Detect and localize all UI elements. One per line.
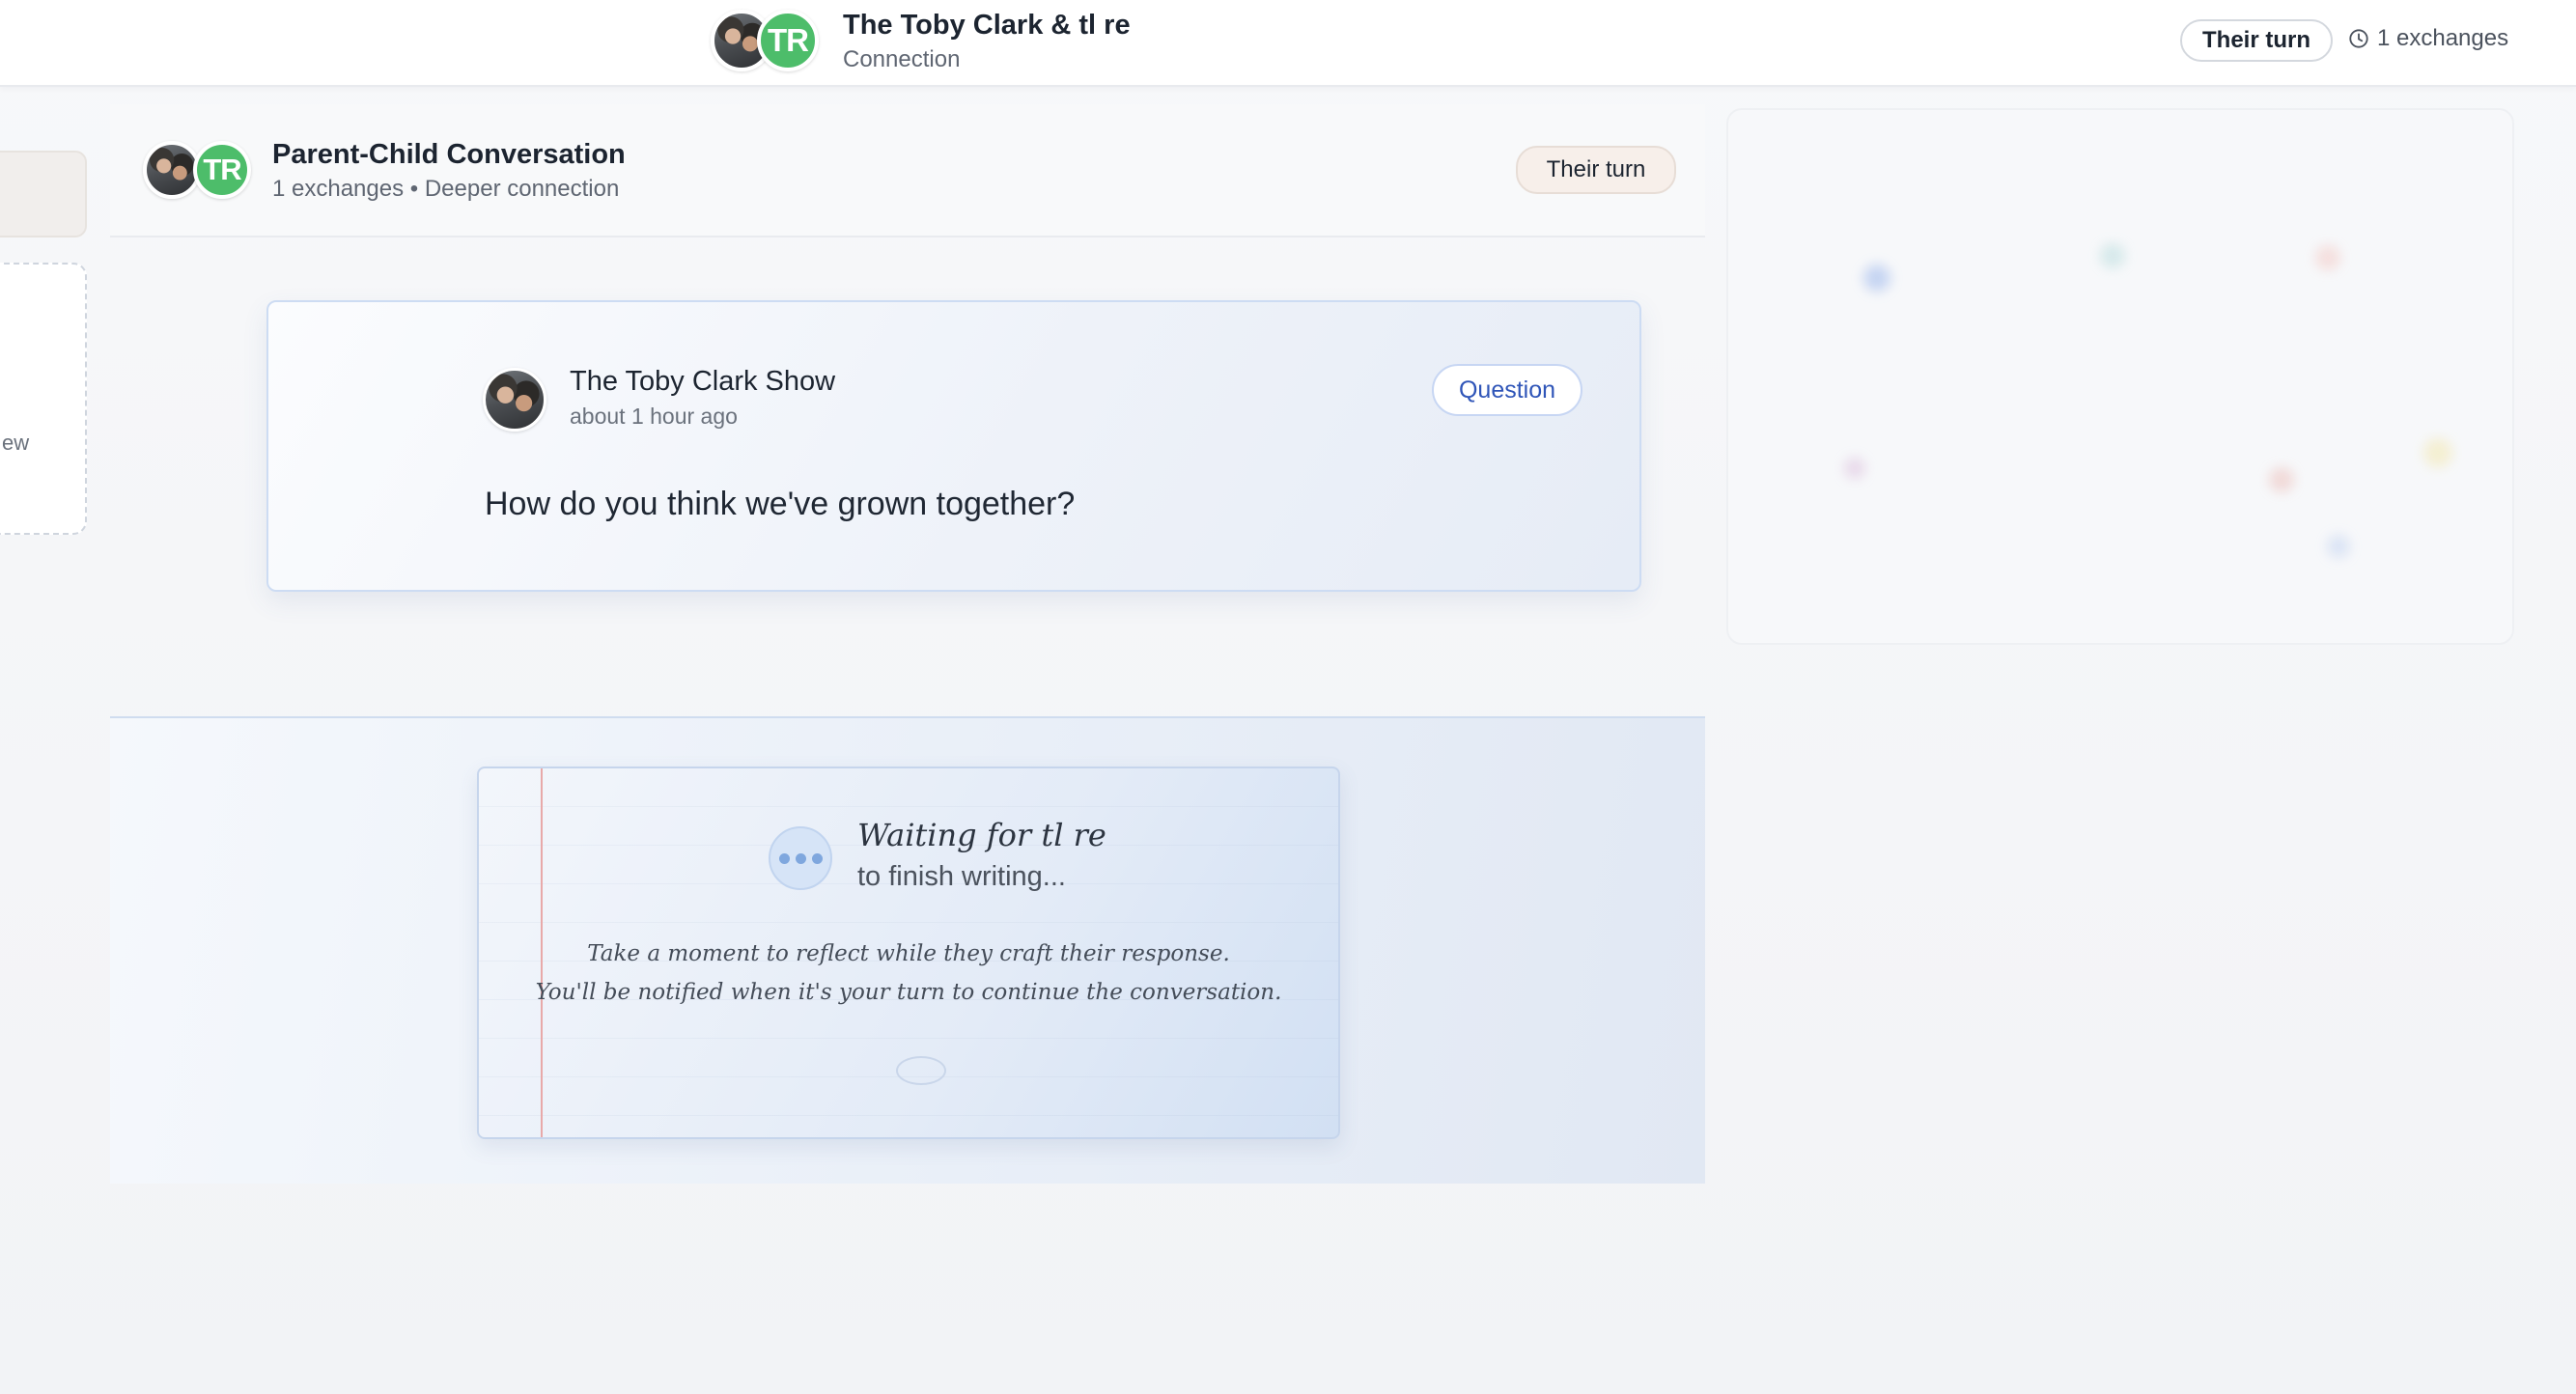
decorative-dot: [2100, 243, 2125, 268]
message-type-badge: Question: [1432, 364, 1582, 416]
message-author: The Toby Clark Show: [570, 366, 836, 397]
waiting-area: Waiting for tl re to finish writing... T…: [110, 716, 1705, 1184]
turn-status-badge: Their turn: [2180, 19, 2333, 62]
conversation-header: TR Parent-Child Conversation 1 exchanges…: [110, 104, 1705, 237]
waiting-title: Waiting for tl re: [857, 817, 1106, 853]
decorative-dot: [2423, 438, 2452, 467]
sidebar-new-item[interactable]: ew: [0, 263, 87, 535]
decorative-dot: [1844, 458, 1865, 479]
decorative-dot: [2315, 245, 2340, 270]
conversation-title: Parent-Child Conversation: [272, 139, 626, 170]
waiting-note: Take a moment to reflect while they craf…: [479, 934, 1338, 1012]
conversation-turn-badge: Their turn: [1516, 146, 1676, 194]
typing-indicator-icon: [769, 826, 832, 890]
message-text: How do you think we've grown together?: [485, 486, 1076, 522]
waiting-subtitle: to finish writing...: [857, 861, 1066, 892]
loading-indicator: [896, 1056, 946, 1085]
decorative-dot: [2327, 535, 2350, 558]
top-header: TR The Toby Clark & tl re Connection The…: [0, 0, 2576, 87]
connection-subtitle: Connection: [843, 46, 961, 72]
message-timestamp: about 1 hour ago: [570, 404, 738, 429]
sidebar-new-item-label: ew: [2, 431, 30, 455]
user-avatar: [143, 141, 201, 199]
exchange-count: 1 exchanges: [2348, 25, 2508, 52]
author-avatar: [483, 368, 546, 432]
partner-avatar: TR: [757, 10, 819, 71]
message-card: The Toby Clark Show about 1 hour ago Que…: [266, 300, 1641, 592]
waiting-note-line: Take a moment to reflect while they craf…: [587, 941, 1230, 966]
connection-title: The Toby Clark & tl re: [843, 10, 1131, 41]
waiting-card: Waiting for tl re to finish writing... T…: [477, 767, 1340, 1139]
conversation-meta: 1 exchanges • Deeper connection: [272, 176, 620, 202]
decorative-dot: [2269, 467, 2294, 492]
partner-avatar: TR: [193, 141, 251, 199]
decorative-dot: [1863, 265, 1890, 292]
clock-icon: [2349, 29, 2368, 48]
sidebar-button[interactable]: [0, 151, 87, 237]
side-panel: [1726, 108, 2514, 645]
waiting-note-line: You'll be notified when it's your turn t…: [535, 980, 1282, 1005]
exchange-count-label: 1 exchanges: [2377, 25, 2509, 51]
